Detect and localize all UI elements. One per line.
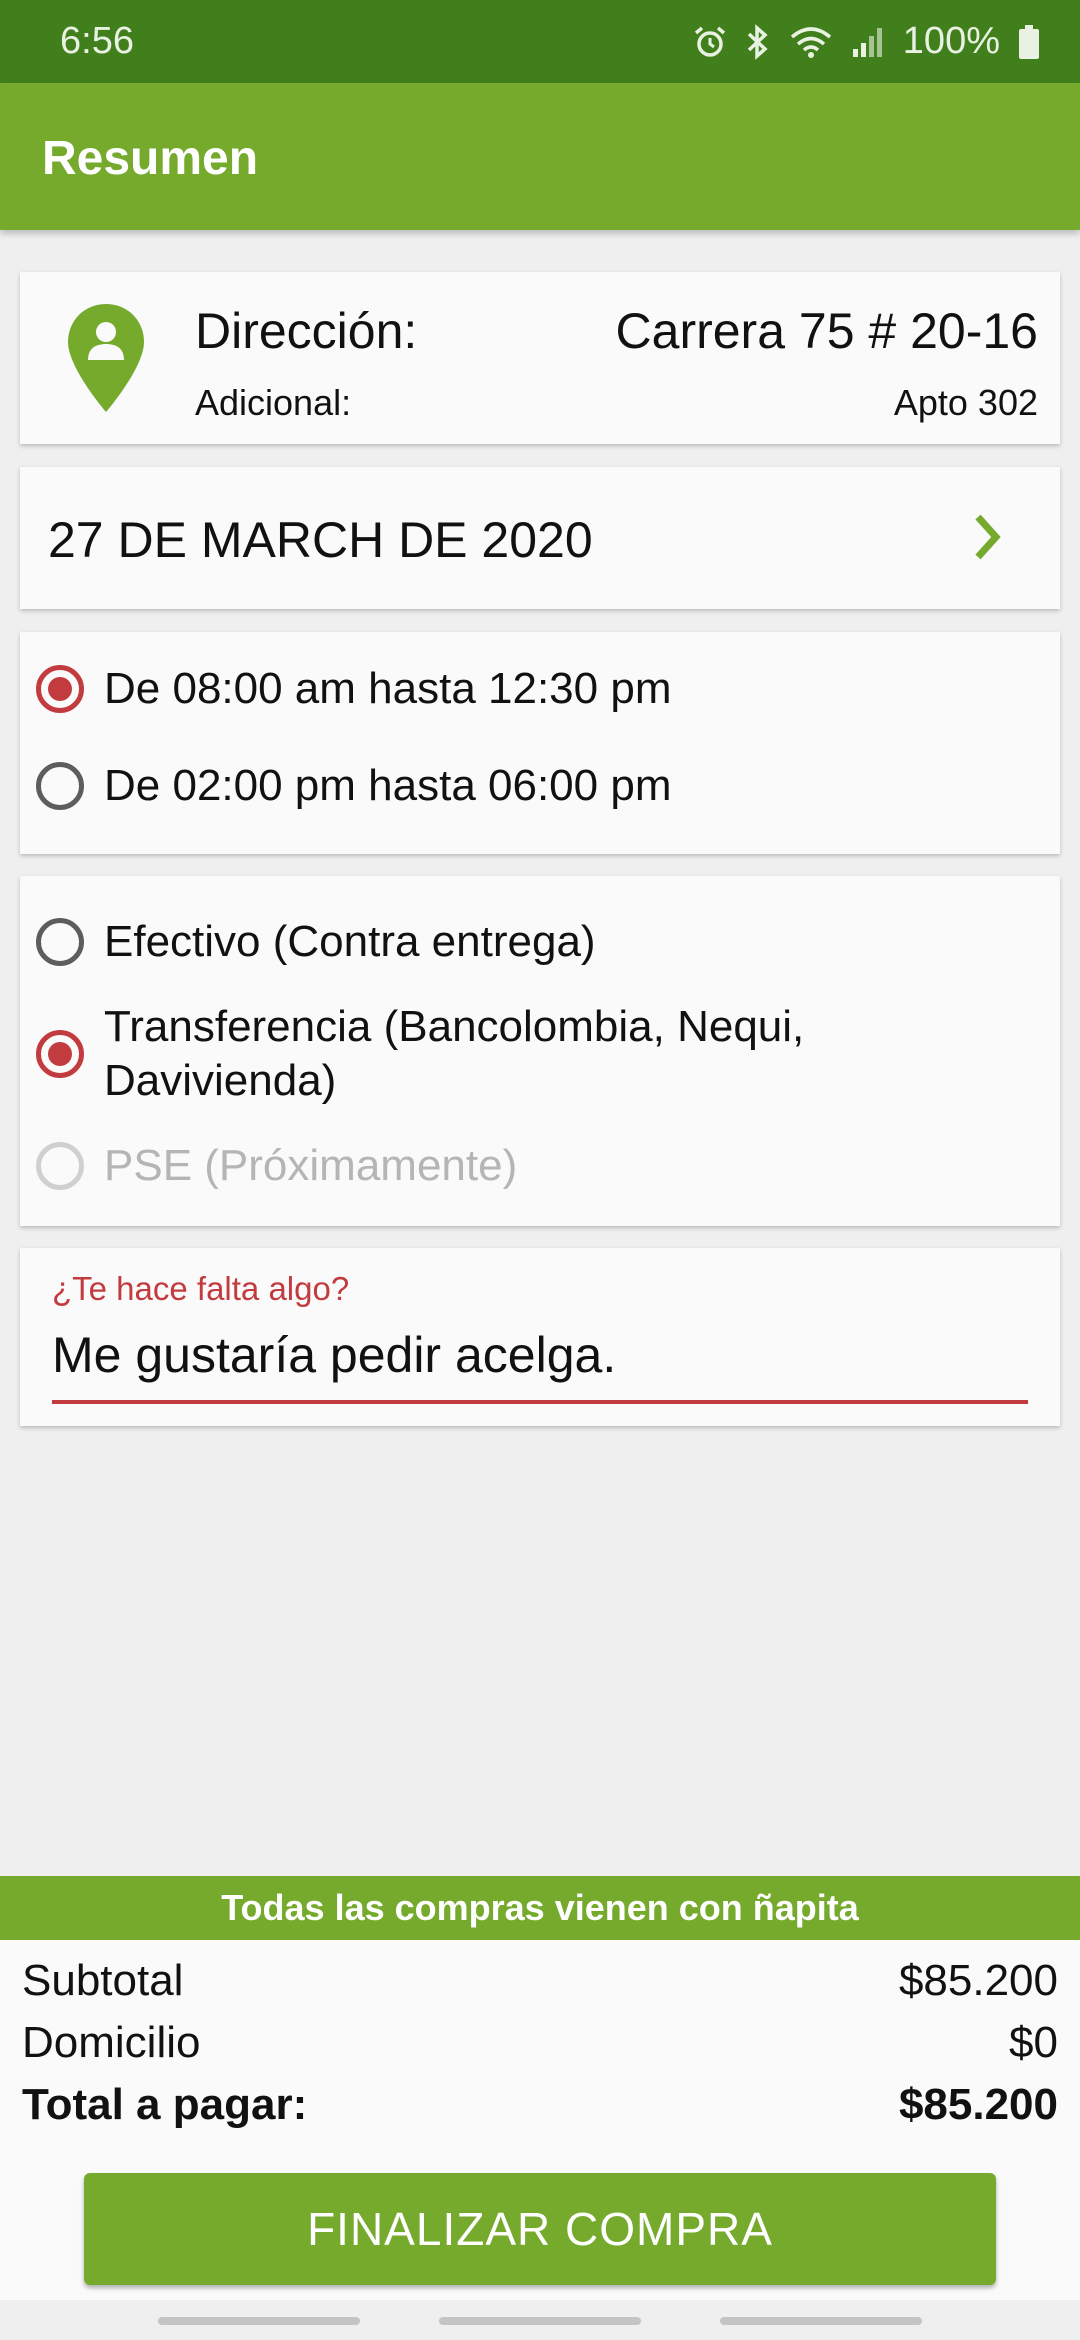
radio-button[interactable] — [36, 1030, 84, 1078]
delivery-row: Domicilio $0 — [22, 2018, 1058, 2068]
chevron-right-icon[interactable] — [968, 507, 1008, 567]
nav-back-handle[interactable] — [720, 2317, 922, 2325]
status-bar: 6:56 100% — [0, 0, 1080, 83]
payment-label: Efectivo (Contra entrega) — [104, 917, 596, 966]
time-slot-label: De 02:00 pm hasta 06:00 pm — [104, 761, 672, 810]
radio-button[interactable] — [36, 918, 84, 966]
nav-home-handle[interactable] — [439, 2317, 641, 2325]
promo-banner: Todas las compras vienen con ñapita — [0, 1876, 1080, 1940]
page-title: Resumen — [42, 132, 259, 185]
status-time: 6:56 — [60, 20, 134, 62]
note-input-underline — [52, 1400, 1028, 1404]
time-slot-option[interactable]: De 08:00 am hasta 12:30 pm — [36, 662, 671, 716]
alarm-icon — [694, 26, 725, 57]
note-input[interactable]: Me gustaría pedir acelga. — [52, 1326, 616, 1384]
note-card: ¿Te hace falta algo? Me gustaría pedir a… — [20, 1248, 1060, 1426]
note-field-label: ¿Te hace falta algo? — [52, 1270, 350, 1307]
radio-button[interactable] — [36, 762, 84, 810]
radio-button — [36, 1142, 84, 1190]
total-row: Total a pagar: $85.200 — [22, 2080, 1058, 2130]
total-value: $85.200 — [898, 2080, 1058, 2129]
address-value: Carrera 75 # 20-16 — [615, 303, 1038, 359]
payment-label: Transferencia (Bancolombia, Nequi, Daviv… — [104, 1002, 805, 1105]
delivery-value: $0 — [1009, 2018, 1058, 2067]
payment-option-cash[interactable]: Efectivo (Contra entrega) — [36, 915, 596, 969]
time-slot-option[interactable]: De 02:00 pm hasta 06:00 pm — [36, 759, 671, 813]
date-selector[interactable]: 27 DE MARCH DE 2020 — [20, 467, 1060, 609]
subtotal-value: $85.200 — [898, 1956, 1058, 2005]
payment-option-pse: PSE (Próximamente) — [36, 1139, 517, 1193]
address-card: Dirección: Carrera 75 # 20-16 Adicional:… — [20, 272, 1060, 444]
nav-recents-handle[interactable] — [158, 2317, 360, 2325]
time-slot-label: De 08:00 am hasta 12:30 pm — [104, 664, 672, 713]
system-nav-bar — [0, 2300, 1080, 2340]
payment-option-transfer[interactable]: Transferencia (Bancolombia, Nequi, Daviv… — [36, 1000, 916, 1108]
time-slot-group: De 08:00 am hasta 12:30 pm De 02:00 pm h… — [20, 632, 1060, 854]
location-pin-icon — [68, 304, 144, 412]
signal-icon — [852, 27, 882, 57]
payment-method-group: Efectivo (Contra entrega) Transferencia … — [20, 876, 1060, 1226]
radio-button[interactable] — [36, 665, 84, 713]
finish-purchase-button[interactable]: FINALIZAR COMPRA — [84, 2173, 996, 2285]
delivery-label: Domicilio — [22, 2018, 201, 2067]
address-label: Dirección: — [195, 303, 418, 359]
battery-percent: 100% — [902, 20, 1000, 62]
battery-icon — [1019, 24, 1039, 59]
status-icons: 100% — [693, 20, 1040, 63]
additional-label: Adicional: — [195, 382, 352, 423]
payment-label: PSE (Próximamente) — [104, 1141, 518, 1190]
subtotal-row: Subtotal $85.200 — [22, 1956, 1058, 2006]
bluetooth-icon — [747, 23, 768, 60]
app-bar: Resumen — [0, 83, 1080, 230]
wifi-icon — [790, 26, 831, 58]
additional-value: Apto 302 — [893, 382, 1038, 423]
total-label: Total a pagar: — [22, 2080, 308, 2129]
subtotal-label: Subtotal — [22, 1956, 184, 2005]
delivery-date: 27 DE MARCH DE 2020 — [48, 512, 593, 568]
